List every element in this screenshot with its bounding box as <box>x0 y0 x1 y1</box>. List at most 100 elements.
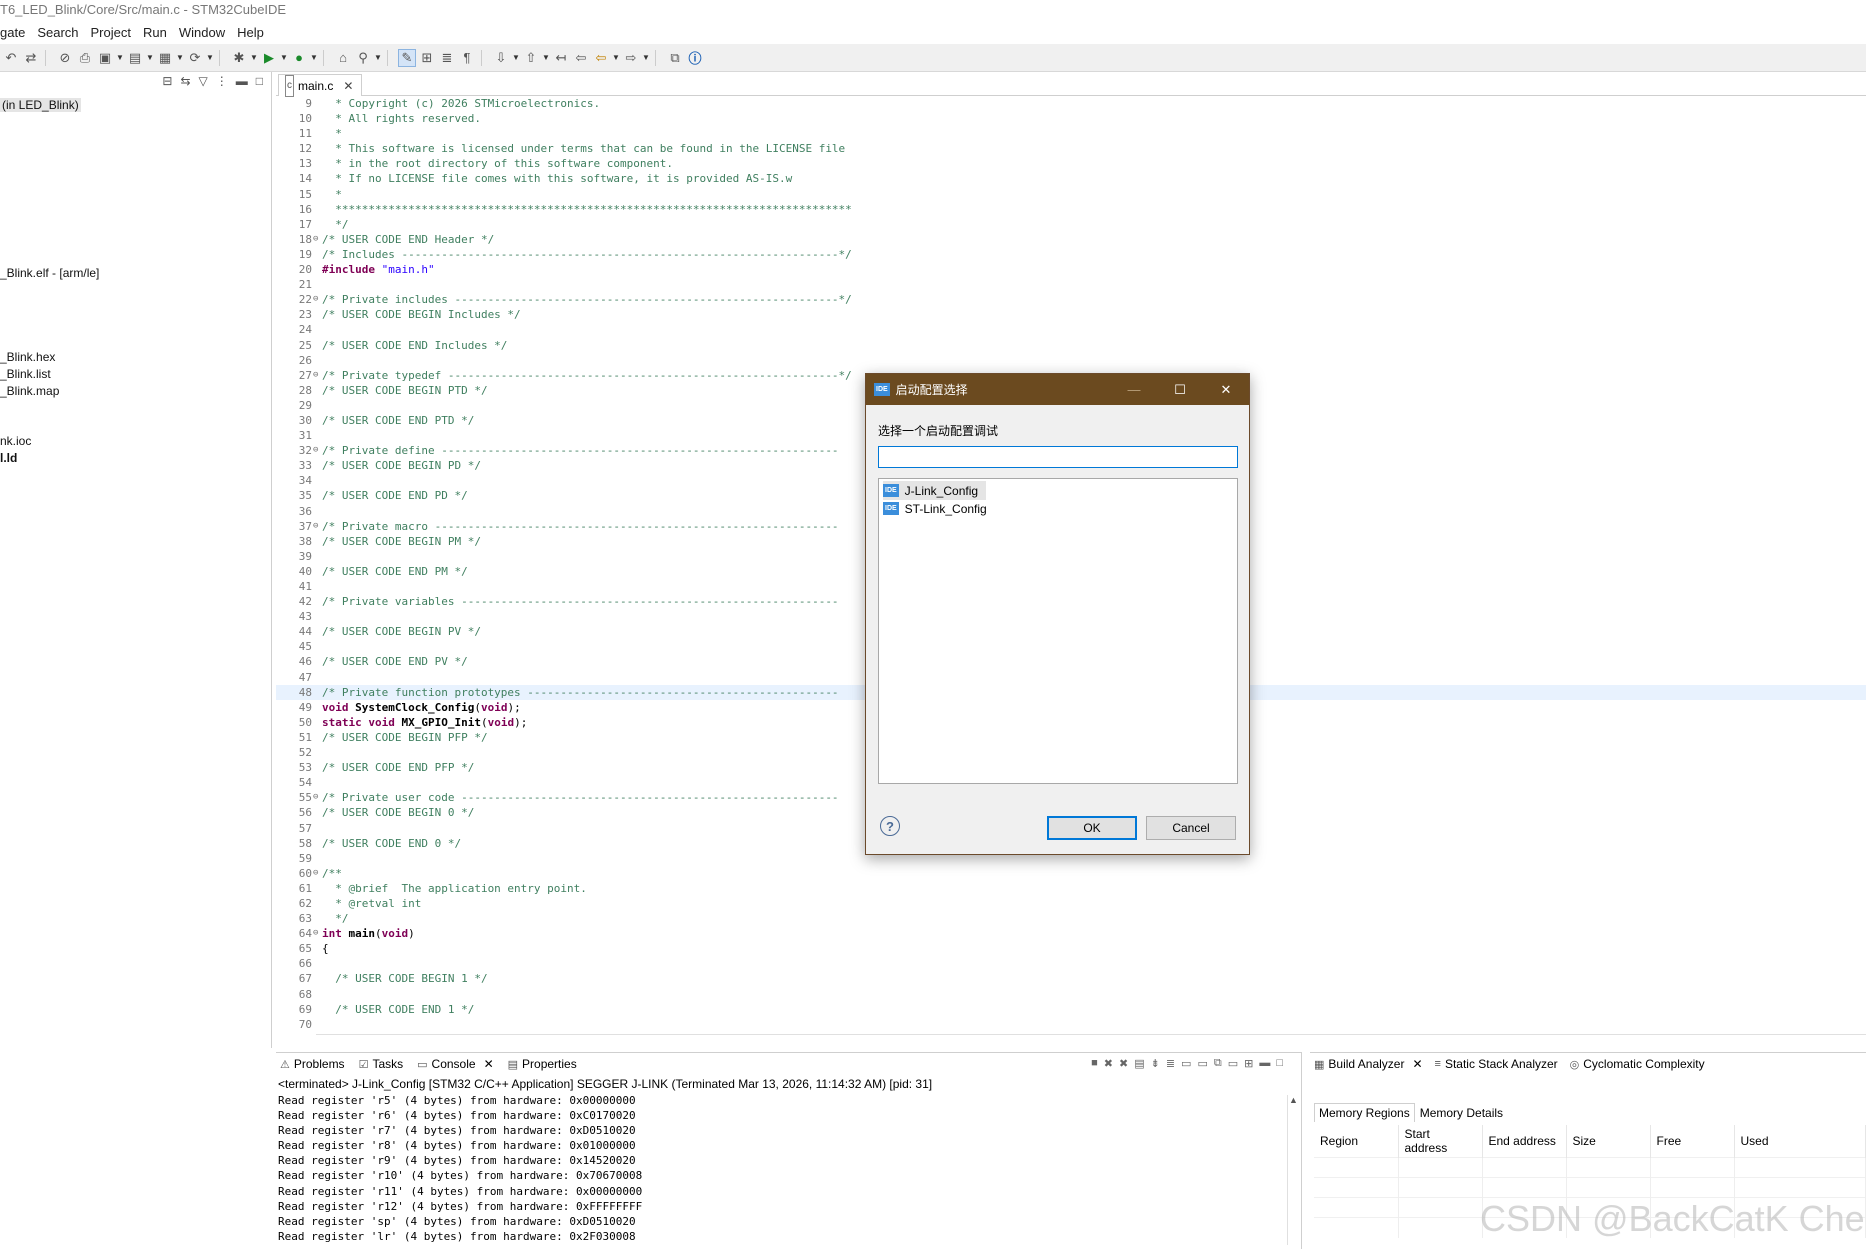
debug-icon[interactable]: ✱ <box>230 49 248 67</box>
minimize-icon[interactable]: — <box>1111 374 1157 405</box>
search-icon[interactable]: ⚲ <box>354 49 372 67</box>
column-header[interactable]: End address <box>1482 1125 1567 1158</box>
code-line[interactable]: 66 <box>276 956 1866 971</box>
tree-item[interactable]: l.ld <box>0 451 17 465</box>
column-header[interactable]: Start address <box>1398 1125 1483 1158</box>
ok-button[interactable]: OK <box>1047 816 1137 840</box>
tab-tasks[interactable]: ☑ Tasks <box>359 1057 404 1071</box>
code-line[interactable]: 22 ⊖/* Private includes -----------------… <box>276 292 1866 307</box>
maximize-icon[interactable]: ☐ <box>1157 374 1203 405</box>
external-tools-icon[interactable]: ● <box>290 49 308 67</box>
column-header[interactable]: Free <box>1650 1125 1735 1158</box>
column-header[interactable]: Size <box>1566 1125 1651 1158</box>
tree-item[interactable]: nk.ioc <box>0 434 31 448</box>
column-header[interactable]: Region <box>1314 1125 1399 1158</box>
cancel-button[interactable]: Cancel <box>1146 816 1236 840</box>
show-stdout-icon[interactable]: ▭ <box>1181 1057 1191 1070</box>
show-stderr-icon[interactable]: ▭ <box>1197 1057 1207 1070</box>
dropdown-icon[interactable]: ▼ <box>116 49 124 67</box>
print-icon[interactable]: ⎙ <box>76 49 94 67</box>
dropdown-icon[interactable]: ▼ <box>512 49 520 67</box>
menu-run[interactable]: Run <box>137 22 173 44</box>
dropdown-icon[interactable]: ▼ <box>542 49 550 67</box>
menu-help[interactable]: Help <box>231 22 270 44</box>
tree-item[interactable]: _Blink.hex <box>0 350 55 364</box>
close-icon[interactable]: ✕ <box>484 1057 494 1071</box>
subtab-memory-details[interactable]: Memory Details <box>1414 1103 1509 1122</box>
code-line[interactable]: 26 <box>276 353 1866 368</box>
tree-item[interactable]: _Blink.elf - [arm/le] <box>0 266 99 280</box>
remove-launch-icon[interactable]: ✖ <box>1104 1057 1113 1070</box>
subtab-memory-regions[interactable]: Memory Regions <box>1314 1103 1415 1122</box>
dropdown-icon[interactable]: ▼ <box>250 49 258 67</box>
skip-breakpoints-icon[interactable]: ⊘ <box>56 49 74 67</box>
code-line[interactable]: 14 * If no LICENSE file comes with this … <box>276 171 1866 186</box>
help-icon[interactable]: ? <box>880 816 900 836</box>
fold-icon[interactable]: ⊖ <box>313 292 321 307</box>
mark-occurrences-icon[interactable]: ✎ <box>398 48 416 67</box>
clear-console-icon[interactable]: ▤ <box>1134 1057 1144 1070</box>
last-edit-icon[interactable]: ↤ <box>552 49 570 67</box>
code-line[interactable]: 69 /* USER CODE END 1 */ <box>276 1002 1866 1017</box>
dropdown-icon[interactable]: ▼ <box>280 49 288 67</box>
fold-icon[interactable]: ⊖ <box>313 232 321 247</box>
filter-icon[interactable]: ▽ <box>199 74 208 88</box>
dropdown-icon[interactable]: ▼ <box>176 49 184 67</box>
minimize-icon[interactable]: ▬ <box>236 74 248 88</box>
code-line[interactable]: 16 *************************************… <box>276 202 1866 217</box>
console-scrollbar[interactable]: ▲ <box>1287 1095 1299 1245</box>
code-line[interactable]: 65 { <box>276 941 1866 956</box>
maximize-icon[interactable]: □ <box>256 74 263 88</box>
fold-icon[interactable]: ⊖ <box>313 926 321 941</box>
code-line[interactable]: 12 * This software is licensed under ter… <box>276 141 1866 156</box>
open-console-icon[interactable]: ⊞ <box>1244 1057 1253 1070</box>
dropdown-icon[interactable]: ▼ <box>642 49 650 67</box>
forward-icon[interactable]: ⇨ <box>622 49 640 67</box>
show-whitespace-icon[interactable]: ¶ <box>458 49 476 67</box>
horizontal-scrollbar[interactable] <box>316 1034 1866 1044</box>
open-perspective-icon[interactable]: ⧉ <box>666 49 684 67</box>
menu-navigate[interactable]: gate <box>0 22 31 44</box>
new-project-icon[interactable]: ▣ <box>96 49 114 67</box>
code-line[interactable]: 18 ⊖/* USER CODE END Header */ <box>276 232 1866 247</box>
code-line[interactable]: 68 <box>276 987 1866 1002</box>
pin-console-icon[interactable]: ⧉ <box>1214 1057 1222 1070</box>
code-line[interactable]: 62 * @retval int <box>276 896 1866 911</box>
dropdown-icon[interactable]: ▼ <box>146 49 154 67</box>
display-console-icon[interactable]: ▭ <box>1228 1057 1238 1070</box>
block-select-icon[interactable]: ⊞ <box>418 49 436 67</box>
menu-project[interactable]: Project <box>85 22 137 44</box>
minimize-icon[interactable]: ▬ <box>1259 1057 1270 1070</box>
code-line[interactable]: 70 <box>276 1017 1866 1032</box>
tab-build-analyzer[interactable]: ▦ Build Analyzer ✕ <box>1314 1057 1423 1071</box>
list-item-stlink[interactable]: IDE ST-Link_Config <box>883 499 995 518</box>
fold-icon[interactable]: ⊖ <box>313 866 321 881</box>
code-line[interactable]: 63 */ <box>276 911 1866 926</box>
word-wrap-icon[interactable]: ≣ <box>1166 1057 1175 1070</box>
new-file-icon[interactable]: ▦ <box>156 49 174 67</box>
code-line[interactable]: 64 ⊖ int main(void) <box>276 926 1866 941</box>
code-line[interactable]: 9 * Copyright (c) 2026 STMicroelectronic… <box>276 96 1866 111</box>
code-line[interactable]: 67 /* USER CODE BEGIN 1 */ <box>276 971 1866 986</box>
word-wrap-icon[interactable]: ≣ <box>438 49 456 67</box>
editor-tab-main-c[interactable]: c main.c ✕ <box>278 74 362 97</box>
tab-cyclomatic[interactable]: ◎ Cyclomatic Complexity <box>1570 1057 1705 1071</box>
code-line[interactable]: 10 * All rights reserved. <box>276 111 1866 126</box>
view-menu-icon[interactable]: ⋮ <box>216 74 228 88</box>
info-icon[interactable]: ⓘ <box>686 49 704 67</box>
open-type-icon[interactable]: ⌂ <box>334 49 352 67</box>
fold-icon[interactable]: ⊖ <box>313 368 321 383</box>
link-editor-icon[interactable]: ⇆ <box>180 74 190 88</box>
terminate-icon[interactable]: ■ <box>1091 1057 1098 1070</box>
fold-icon[interactable]: ⊖ <box>313 519 321 534</box>
code-line[interactable]: 60 ⊖/** <box>276 866 1866 881</box>
column-header[interactable]: Used <box>1734 1125 1866 1158</box>
tab-problems[interactable]: ⚠ Problems <box>280 1057 345 1071</box>
run-icon[interactable]: ▶ <box>260 49 278 67</box>
tab-static-stack[interactable]: ≡ Static Stack Analyzer <box>1435 1057 1558 1071</box>
prev-annotation-icon[interactable]: ⇧ <box>522 49 540 67</box>
code-line[interactable]: 25 /* USER CODE END Includes */ <box>276 338 1866 353</box>
fold-icon[interactable]: ⊖ <box>313 443 321 458</box>
close-icon[interactable]: ✕ <box>1412 1057 1422 1071</box>
code-line[interactable]: 21 <box>276 277 1866 292</box>
